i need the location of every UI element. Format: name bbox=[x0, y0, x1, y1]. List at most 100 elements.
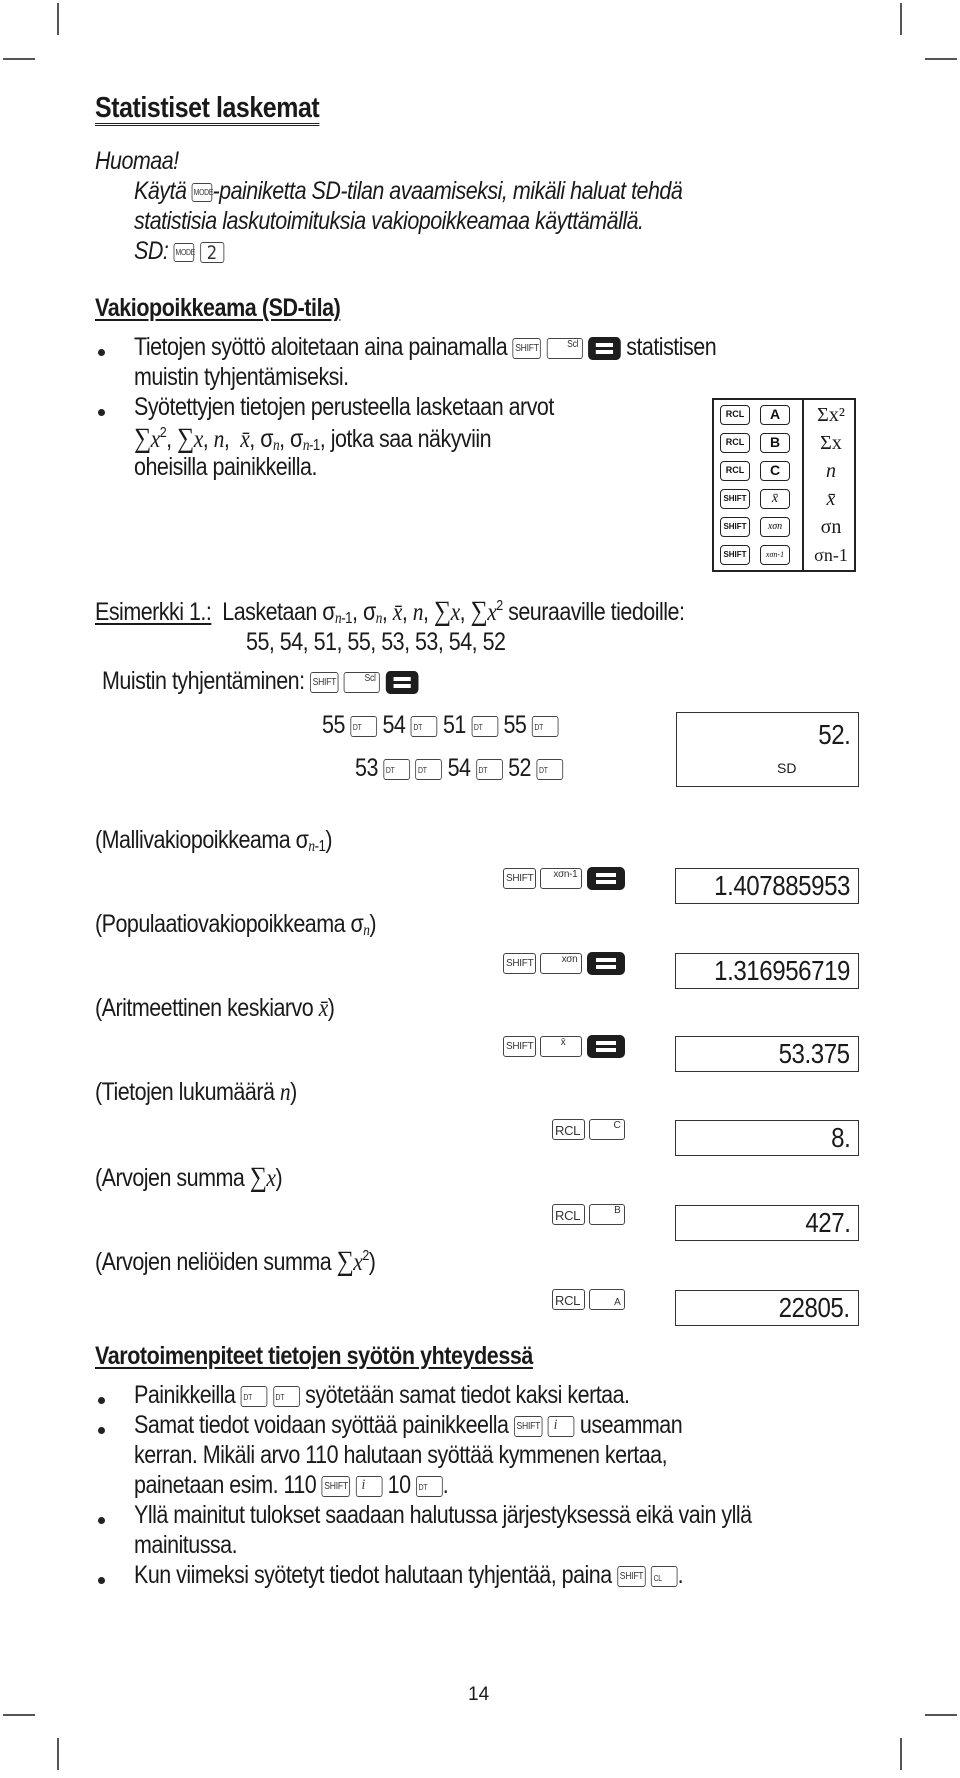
result-value: 427. bbox=[804, 1207, 851, 1238]
rcl-key: RCL bbox=[720, 405, 750, 425]
note-heading: Huomaa! bbox=[95, 147, 179, 175]
bullet bbox=[98, 1427, 105, 1434]
c-key: C bbox=[589, 1119, 626, 1140]
shift-key: SHIFT bbox=[720, 489, 750, 509]
dt-key: DT bbox=[410, 715, 438, 737]
b-key: B bbox=[589, 1204, 626, 1225]
precaution-3-line-2: mainitussa. bbox=[134, 1531, 238, 1559]
dt-key: DT bbox=[416, 1475, 443, 1497]
key-table-row: RCL B Σx bbox=[714, 430, 856, 458]
bullet bbox=[98, 1577, 105, 1584]
crop-mark bbox=[900, 1738, 902, 1770]
bullet-2-line-2: ∑x2, ∑x, n, x̄, σn, σn-1, jotka saa näky… bbox=[134, 423, 492, 454]
precaution-2-line-1: Samat tiedot voidaan syöttää painikkeell… bbox=[134, 1411, 683, 1439]
shift-key: SHIFT bbox=[513, 1415, 543, 1437]
b-key: B bbox=[760, 433, 790, 453]
key-table-value: σn bbox=[820, 516, 842, 538]
bullet bbox=[98, 1397, 105, 1404]
bullet-2-line-1: Syötettyjen tietojen perusteella lasketa… bbox=[134, 393, 554, 421]
example-intro: Esimerkki 1.: Lasketaan σn-1, σn, x̄, n,… bbox=[95, 596, 685, 627]
sd-label: SD: bbox=[134, 237, 169, 265]
key-table-row: RCL A Σx² bbox=[714, 402, 856, 430]
equals-key bbox=[385, 670, 419, 694]
rcl-key: RCL bbox=[552, 1289, 585, 1310]
display-value: 52. bbox=[817, 719, 851, 750]
shift-key: SHIFT bbox=[720, 545, 750, 565]
scl-key: Scl bbox=[343, 671, 380, 693]
xbar-key: x̄ bbox=[760, 489, 790, 509]
shift-key: SHIFT bbox=[310, 671, 339, 693]
text: , jotka saa näkyviin bbox=[319, 425, 492, 453]
key-sequence: SHIFT x̄ bbox=[503, 1035, 625, 1058]
crop-mark bbox=[3, 58, 35, 60]
i-key: i bbox=[355, 1475, 383, 1497]
scl-key: Scl bbox=[546, 337, 583, 359]
bullet-1-line-2: muistin tyhjentämiseksi. bbox=[134, 363, 349, 391]
shift-key: SHIFT bbox=[512, 337, 542, 359]
rcl-key: RCL bbox=[552, 1119, 585, 1140]
two-key: 2 bbox=[199, 241, 224, 264]
result-label: (Aritmeettinen keskiarvo x̄) bbox=[95, 994, 335, 1022]
key-sequence: RCL A bbox=[552, 1289, 626, 1310]
key-table-value: n bbox=[826, 460, 836, 482]
example-label: Esimerkki 1.: bbox=[95, 598, 212, 626]
cl-key: CL bbox=[651, 1565, 678, 1587]
clear-memory-line: Muistin tyhjentäminen: SHIFT Scl bbox=[102, 667, 419, 696]
note-line-2: statistisia laskutoimituksia vakiopoikke… bbox=[134, 207, 644, 235]
x-sigma-n-1-key: xσn-1 bbox=[760, 545, 790, 565]
key-table-value: σn-1 bbox=[814, 545, 848, 565]
result-label: (Arvojen summa ∑x) bbox=[95, 1162, 283, 1193]
shift-key: SHIFT bbox=[321, 1475, 351, 1497]
note-text: -painiketta SD-tilan avaamiseksi, mikäli… bbox=[212, 177, 683, 205]
precaution-2-line-2: kerran. Mikäli arvo 110 halutaan syöttää… bbox=[134, 1441, 668, 1469]
result-value: 22805. bbox=[778, 1292, 850, 1323]
crop-mark bbox=[925, 58, 957, 60]
key-table-row: RCL C n bbox=[714, 458, 856, 486]
shift-key: SHIFT bbox=[617, 1565, 646, 1587]
page-number: 14 bbox=[468, 1684, 490, 1705]
bullet-2-line-3: oheisilla painikkeilla. bbox=[134, 453, 317, 481]
dt-key: DT bbox=[240, 1385, 268, 1407]
shift-key: SHIFT bbox=[503, 953, 536, 974]
note-line-1: Käytä MODE -painiketta SD-tilan avaamisek… bbox=[134, 177, 683, 206]
rcl-key: RCL bbox=[552, 1204, 585, 1225]
result-value: 1.316956719 bbox=[714, 955, 850, 986]
result-value: 1.407885953 bbox=[714, 870, 850, 901]
result-label: (Arvojen neliöiden summa ∑x2) bbox=[95, 1246, 376, 1277]
dt-key: DT bbox=[531, 715, 559, 737]
result-label: (Tietojen lukumäärä n) bbox=[95, 1078, 297, 1106]
equals-key bbox=[586, 867, 625, 890]
calculator-display: 52. SD bbox=[676, 712, 859, 787]
key-table-value: Σx bbox=[820, 432, 842, 454]
bullet bbox=[98, 1517, 105, 1524]
text: Muistin tyhjentäminen: bbox=[102, 667, 305, 695]
key-table-row: SHIFT xσn σn bbox=[714, 514, 856, 542]
shift-key: SHIFT bbox=[720, 517, 750, 537]
key-table: RCL A Σx² RCL B Σx RCL C n SHIFT x̄ x̄ S… bbox=[712, 398, 856, 572]
key-table-value: x̄ bbox=[826, 488, 836, 510]
key-table-row: SHIFT xσn-1 σn-1 bbox=[714, 542, 856, 570]
result-display: 53.375 bbox=[675, 1036, 859, 1072]
key-sequence: SHIFT xσn bbox=[503, 952, 625, 975]
c-key: C bbox=[760, 461, 790, 481]
crop-mark bbox=[57, 3, 59, 35]
crop-mark bbox=[3, 1714, 35, 1716]
text: Tietojen syöttö aloitetaan aina painamal… bbox=[134, 333, 508, 361]
x-sigma-n-1-key: xσn-1 bbox=[540, 868, 583, 889]
bullet bbox=[98, 349, 105, 356]
shift-key: SHIFT bbox=[503, 1036, 536, 1057]
dt-key: DT bbox=[383, 758, 411, 780]
result-display: 427. bbox=[675, 1205, 859, 1241]
dt-key: DT bbox=[536, 758, 564, 780]
rcl-key: RCL bbox=[720, 433, 750, 453]
section-heading-precautions: Varotoimenpiteet tietojen syötön yhteyde… bbox=[95, 1342, 533, 1370]
bullet bbox=[98, 409, 105, 416]
dt-key: DT bbox=[475, 758, 503, 780]
mode-key: MODE bbox=[173, 242, 195, 262]
dt-key: DT bbox=[471, 715, 498, 737]
text: statistisen bbox=[626, 333, 717, 361]
note-text: Käytä bbox=[134, 177, 187, 205]
section-heading-sd: Vakiopoikkeama (SD-tila) bbox=[95, 294, 341, 322]
x-sigma-n-key: xσn bbox=[760, 517, 790, 537]
result-label: (Mallivakiopoikkeama σn-1) bbox=[95, 826, 333, 855]
